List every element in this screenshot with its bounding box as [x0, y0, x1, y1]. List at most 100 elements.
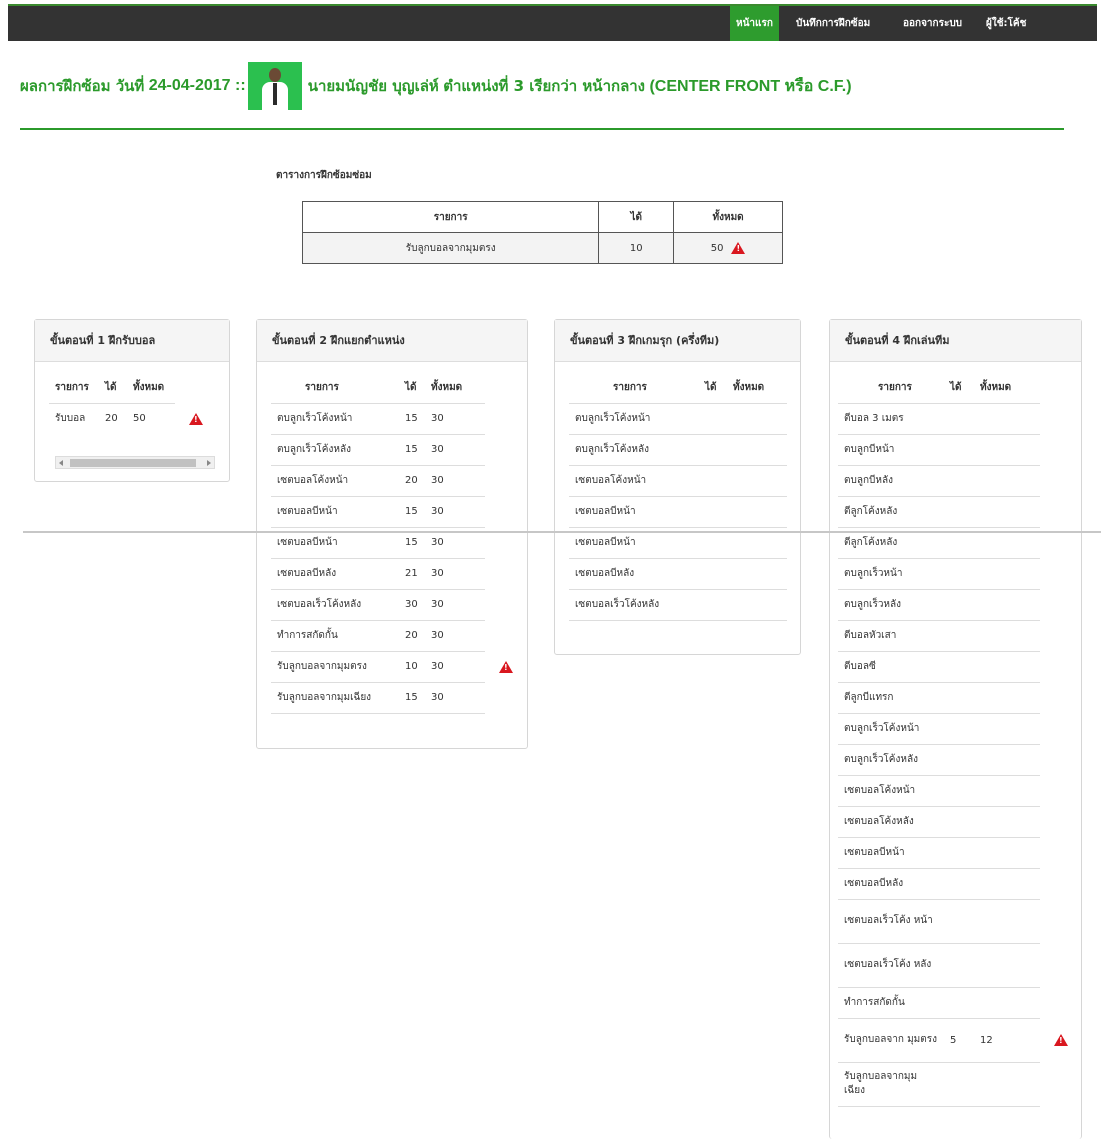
row-total	[727, 589, 787, 621]
horizontal-scrollbar[interactable]	[55, 456, 215, 469]
row-item: ตีบอลซี	[838, 651, 944, 683]
row-total: 30	[425, 403, 485, 435]
table-row: ตีลูกบีแทรก	[838, 682, 1074, 714]
warning-icon	[499, 660, 513, 673]
row-got	[944, 744, 974, 776]
table-row: ตีลูกโค้งหลัง	[838, 496, 1074, 528]
table-row: เซตบอลเร็วโค้งหลัง 30 30	[271, 589, 519, 621]
row-got	[944, 868, 974, 900]
table-row: ตบลูกเร็วโค้งหลัง	[838, 744, 1074, 776]
summary-total-cell: 50	[673, 232, 783, 264]
row-item: เซตบอลบีหลัง	[271, 558, 399, 590]
table-row: ตบลูกเร็วโค้งหลัง 15 30	[271, 434, 519, 466]
summary-header-total: ทั้งหมด	[673, 201, 783, 233]
nav-training-record[interactable]: บันทึกการฝึกซ้อม	[790, 6, 876, 41]
table-row: เซตบอลโค้งหน้า	[569, 465, 787, 497]
col-got: ได้	[99, 373, 127, 404]
panel-step-3: ขั้นตอนที่ 3 ฝึกเกมรุก (ครึ่งทีม) รายการ…	[554, 319, 801, 655]
row-item: เซตบอลเร็วโค้ง หน้า	[838, 899, 944, 944]
row-total	[974, 806, 1040, 838]
row-item: เซตบอลโค้งหน้า	[271, 465, 399, 497]
scroll-right-icon[interactable]	[207, 460, 211, 466]
nav-user-coach[interactable]: ผู้ใช้:โค้ช	[980, 6, 1032, 41]
panel-step-2: ขั้นตอนที่ 2 ฝึกแยกตำแหน่ง รายการ ได้ ทั…	[256, 319, 528, 749]
row-total	[974, 713, 1040, 745]
summary-item: รับลูกบอลจากมุมตรง	[301, 232, 600, 264]
row-item: เซตบอลโค้งหลัง	[838, 806, 944, 838]
row-item: เซตบอลบีหน้า	[838, 837, 944, 869]
title-prefix: ผลการฝึกซ้อม วันที่	[20, 77, 145, 95]
table-row: ตบลูกบีหน้า	[838, 434, 1074, 466]
row-got	[699, 496, 727, 528]
nav-logout[interactable]: ออกจากระบบ	[897, 6, 968, 41]
row-got	[944, 403, 974, 435]
row-got: 21	[399, 558, 425, 590]
row-got	[944, 987, 974, 1019]
row-got	[944, 589, 974, 621]
scroll-left-icon[interactable]	[59, 460, 63, 466]
panel-title: ขั้นตอนที่ 3 ฝึกเกมรุก (ครึ่งทีม)	[555, 320, 800, 362]
row-total	[974, 1062, 1040, 1107]
summary-got: 10	[598, 232, 675, 264]
row-got	[944, 682, 974, 714]
row-got	[699, 589, 727, 621]
row-total	[974, 434, 1040, 466]
row-total	[974, 620, 1040, 652]
table-row: ตีบอล 3 เมตร	[838, 403, 1074, 435]
title-date: 24-04-2017 ::	[148, 77, 246, 94]
row-got	[944, 434, 974, 466]
row-total	[974, 465, 1040, 497]
row-got	[699, 434, 727, 466]
row-item: ตบลูกเร็วหลัง	[838, 589, 944, 621]
row-got	[944, 651, 974, 683]
warning-icon	[1054, 1034, 1068, 1046]
row-item: เซตบอลบีหน้า	[271, 496, 399, 528]
col-got: ได้	[944, 373, 974, 404]
row-item: ตีบอลหัวเสา	[838, 620, 944, 652]
table-row: เซตบอลบีหลัง	[838, 868, 1074, 900]
table-row: เซตบอลโค้งหน้า 20 30	[271, 465, 519, 497]
row-item: ตบลูกเร็วโค้งหลัง	[271, 434, 399, 466]
table-row: เซตบอลบีหน้า	[838, 837, 1074, 869]
player-position-en: (CENTER FRONT หรือ C.F.)	[649, 77, 852, 95]
row-total	[974, 775, 1040, 807]
page-title: ผลการฝึกซ้อม วันที่ 24-04-2017 :: นายมนั…	[20, 62, 852, 110]
table-row: เซตบอลบีหน้า 15 30	[271, 496, 519, 528]
table-row: รับลูกบอลจาก มุมตรง 5 12	[838, 1018, 1074, 1063]
row-got	[944, 558, 974, 590]
scroll-thumb[interactable]	[70, 459, 196, 467]
player-name: นายมนัญชัย บุญเล่ห์	[307, 77, 439, 95]
table-row: ตีบอลหัวเสา	[838, 620, 1074, 652]
row-total	[727, 465, 787, 497]
table-row: ทำการสกัดกั้น	[838, 987, 1074, 1019]
row-item: ตบลูกเร็วหน้า	[838, 558, 944, 590]
row-got: 30	[399, 589, 425, 621]
table-row: ตบลูกเร็วหลัง	[838, 589, 1074, 621]
table-row: เซตบอลโค้งหลัง	[838, 806, 1074, 838]
table-row: ทำการสกัดกั้น 20 30	[271, 620, 519, 652]
row-total	[974, 868, 1040, 900]
row-total: 30	[425, 620, 485, 652]
nav-home[interactable]: หน้าแรก	[730, 6, 779, 41]
row-got: 15	[399, 496, 425, 528]
row-total	[974, 558, 1040, 590]
row-total	[974, 496, 1040, 528]
table-row: เซตบอลโค้งหน้า	[838, 775, 1074, 807]
row-got	[944, 837, 974, 869]
row-got	[944, 465, 974, 497]
row-got: 20	[399, 620, 425, 652]
row-item: ตบลูกเร็วโค้งหลัง	[838, 744, 944, 776]
summary-header-got: ได้	[598, 201, 675, 233]
row-item: เซตบอลบีหลัง	[838, 868, 944, 900]
row-item: รับลูกบอลจากมุมเฉียง	[271, 682, 399, 714]
row-total	[974, 943, 1040, 988]
col-got: ได้	[399, 373, 425, 404]
row-item: เซตบอลโค้งหน้า	[569, 465, 699, 497]
table-row: ตบลูกเร็วโค้งหลัง	[569, 434, 787, 466]
row-got: 5	[944, 1018, 974, 1063]
row-total: 30	[425, 558, 485, 590]
warning-icon	[189, 412, 203, 425]
col-item: รายการ	[569, 373, 699, 404]
row-item: เซตบอลบีหลัง	[569, 558, 699, 590]
row-total	[727, 496, 787, 528]
